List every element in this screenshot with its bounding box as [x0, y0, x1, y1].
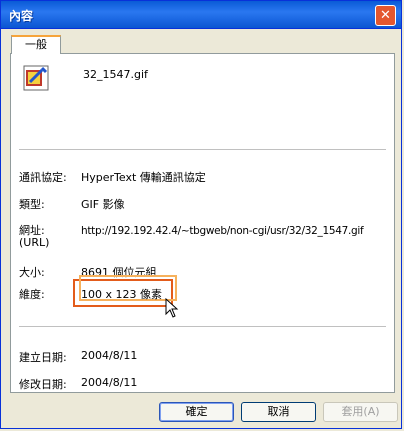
- title-bar[interactable]: 內容 ✕: [1, 1, 401, 29]
- tab-general[interactable]: 一般: [11, 35, 61, 54]
- divider: [19, 326, 386, 327]
- close-button[interactable]: ✕: [375, 5, 396, 26]
- size-label: 大小:: [19, 266, 45, 279]
- modified-label: 修改日期:: [19, 378, 67, 391]
- created-value: 2004/8/11: [81, 349, 138, 362]
- created-label: 建立日期:: [19, 351, 67, 364]
- general-panel: 32_1547.gif 通訊協定: HyperText 傳輸通訊協定 類型: G…: [10, 53, 395, 393]
- file-name: 32_1547.gif: [83, 68, 148, 81]
- protocol-value: HyperText 傳輸通訊協定: [81, 171, 206, 184]
- apply-button[interactable]: 套用(A): [323, 402, 398, 422]
- address-label-url: (URL): [19, 236, 50, 249]
- modified-value: 2004/8/11: [81, 376, 138, 389]
- protocol-label: 通訊協定:: [19, 171, 67, 184]
- close-icon: ✕: [380, 8, 391, 23]
- cancel-button[interactable]: 取消: [241, 402, 316, 422]
- ok-button[interactable]: 確定: [159, 402, 234, 422]
- dimension-value: 100 x 123 像素: [81, 288, 162, 301]
- gif-image-file-icon: [23, 65, 49, 91]
- address-value: http://192.192.42.4/~tbgweb/non-cgi/usr/…: [81, 225, 364, 237]
- divider: [19, 149, 386, 150]
- properties-dialog: 內容 ✕ 一般 32_1547.gif 通訊協定: HyperText 傳輸通訊…: [0, 0, 402, 429]
- type-label: 類型:: [19, 198, 45, 211]
- mouse-cursor-icon: [165, 298, 179, 318]
- dimension-label: 維度:: [19, 288, 45, 301]
- window-title: 內容: [9, 9, 34, 23]
- type-value: GIF 影像: [81, 198, 125, 211]
